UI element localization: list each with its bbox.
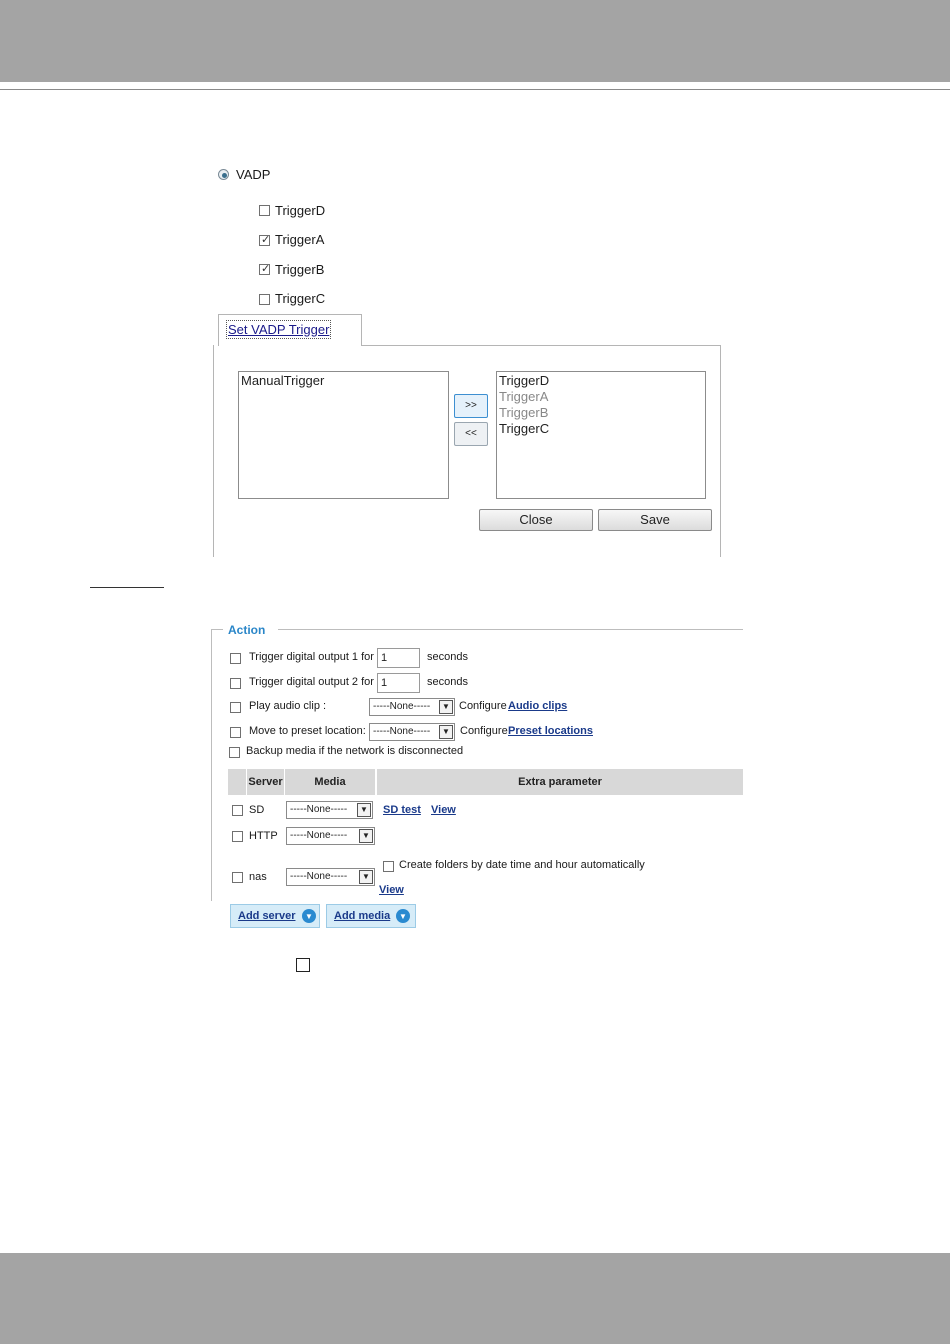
list-item[interactable]: TriggerC	[497, 421, 705, 437]
create-folders-checkbox[interactable]	[383, 861, 394, 872]
preset-checkbox[interactable]	[230, 727, 241, 738]
empty-checkbox[interactable]	[296, 958, 310, 972]
panel-border-left	[213, 345, 214, 557]
panel-border-top	[362, 345, 720, 346]
preset-select[interactable]: -----None----- ▼	[369, 723, 455, 741]
tab-set-vadp-trigger-label[interactable]: Set VADP Trigger	[225, 320, 332, 339]
do1-checkbox[interactable]	[230, 653, 241, 664]
action-legend: Action	[228, 623, 266, 637]
table-header-extra: Extra parameter	[377, 769, 743, 795]
sd-test-link[interactable]: SD test	[383, 804, 421, 816]
trigger-checkbox-c[interactable]	[259, 294, 270, 305]
trigger-label-b: TriggerB	[275, 262, 325, 277]
nas-view-link[interactable]: View	[379, 884, 404, 896]
preset-locations-link[interactable]: Preset locations	[508, 725, 593, 737]
list-item[interactable]: TriggerB	[497, 405, 705, 421]
chevron-down-icon: ▼	[439, 725, 453, 739]
footer-band	[0, 1253, 950, 1344]
add-server-label: Add server	[238, 910, 296, 922]
close-button[interactable]: Close	[479, 509, 593, 531]
table-header-media: Media	[285, 769, 375, 795]
server-http-media-value: -----None-----	[290, 830, 348, 841]
do2-seconds-input[interactable]: 1	[377, 673, 420, 693]
panel-border-right	[720, 345, 721, 557]
trigger-label-a: TriggerA	[275, 232, 325, 247]
list-item[interactable]: TriggerD	[497, 373, 705, 389]
add-media-label: Add media	[334, 910, 391, 922]
table-header-server: Server	[247, 769, 284, 795]
audio-label: Play audio clip :	[249, 700, 327, 712]
checkmark-icon: ✓	[261, 263, 271, 275]
preset-config-prefix: Configure	[460, 725, 508, 737]
trigger-checkbox-d[interactable]	[259, 205, 270, 216]
radio-selected-dot	[222, 173, 227, 178]
chevron-down-icon: ▼	[359, 829, 373, 843]
remove-trigger-button[interactable]: <<	[454, 422, 488, 446]
table-header-select	[228, 769, 246, 795]
add-trigger-button[interactable]: >>	[454, 394, 488, 418]
chevron-down-icon: ▼	[359, 870, 373, 884]
chevron-down-icon: ▼	[396, 909, 410, 923]
server-nas-media-value: -----None-----	[290, 871, 348, 882]
server-nas-checkbox[interactable]	[232, 872, 243, 883]
audio-clip-select-value: -----None-----	[373, 701, 431, 712]
fieldset-border	[278, 629, 743, 630]
server-sd-name: SD	[249, 804, 265, 816]
do2-label: Trigger digital output 2 for	[249, 676, 374, 688]
trigger-checkbox-b[interactable]: ✓	[259, 263, 271, 275]
server-nas-name: nas	[249, 871, 267, 883]
list-item[interactable]: TriggerA	[497, 389, 705, 405]
sd-view-link[interactable]: View	[431, 804, 456, 816]
audio-clip-select[interactable]: -----None----- ▼	[369, 698, 455, 716]
trigger-label-d: TriggerD	[275, 203, 326, 218]
chevron-down-icon: ▼	[357, 803, 371, 817]
server-http-checkbox[interactable]	[232, 831, 243, 842]
trigger-label-c: TriggerC	[275, 291, 326, 306]
do1-unit: seconds	[427, 651, 468, 663]
selected-triggers-list[interactable]: TriggerD TriggerA TriggerB TriggerC	[496, 371, 706, 499]
backup-checkbox[interactable]	[229, 747, 240, 758]
list-item[interactable]: ManualTrigger	[239, 373, 448, 389]
server-sd-media-value: -----None-----	[290, 804, 348, 815]
chevron-down-icon: ▼	[439, 700, 453, 714]
vadp-radio-label: VADP	[236, 167, 271, 182]
server-http-name: HTTP	[249, 830, 278, 842]
section-divider	[90, 587, 164, 588]
fieldset-border	[211, 629, 212, 901]
vadp-radio[interactable]	[218, 169, 229, 180]
checkmark-icon: ✓	[261, 234, 271, 246]
add-server-button[interactable]: Add server ▼	[230, 904, 320, 928]
do1-seconds-input[interactable]: 1	[377, 648, 420, 668]
do2-unit: seconds	[427, 676, 468, 688]
audio-config-prefix: Configure	[459, 700, 507, 712]
server-http-media-select[interactable]: -----None----- ▼	[286, 827, 375, 845]
server-nas-media-select[interactable]: -----None----- ▼	[286, 868, 375, 886]
preset-label: Move to preset location:	[249, 725, 366, 737]
server-sd-checkbox[interactable]	[232, 805, 243, 816]
available-triggers-list[interactable]: ManualTrigger	[238, 371, 449, 499]
create-folders-label: Create folders by date time and hour aut…	[399, 859, 645, 871]
header-band	[0, 0, 950, 82]
audio-checkbox[interactable]	[230, 702, 241, 713]
trigger-checkbox-a[interactable]: ✓	[259, 234, 271, 246]
add-media-button[interactable]: Add media ▼	[326, 904, 416, 928]
chevron-down-icon: ▼	[302, 909, 316, 923]
header-divider	[0, 89, 950, 90]
audio-clips-link[interactable]: Audio clips	[508, 700, 567, 712]
backup-label: Backup media if the network is disconnec…	[246, 745, 464, 757]
do2-checkbox[interactable]	[230, 678, 241, 689]
server-sd-media-select[interactable]: -----None----- ▼	[286, 801, 373, 819]
do1-label: Trigger digital output 1 for	[249, 651, 374, 663]
save-button[interactable]: Save	[598, 509, 712, 531]
preset-select-value: -----None-----	[373, 726, 431, 737]
fieldset-border	[211, 629, 223, 630]
